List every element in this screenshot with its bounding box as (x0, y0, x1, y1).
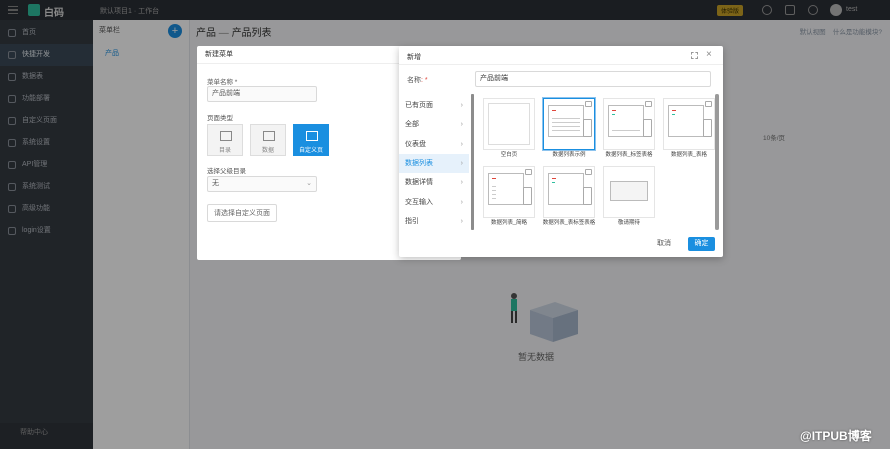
mobile-icon (643, 119, 652, 137)
category-data-detail[interactable]: 数据详情 › (399, 173, 469, 192)
preview-icon (585, 101, 592, 107)
category-all[interactable]: 全部 › (399, 115, 469, 134)
chevron-right-icon: › (460, 160, 463, 167)
template-label: 数据列表_表标签表格 (542, 220, 596, 226)
category-input[interactable]: 交互输入 › (399, 193, 469, 212)
list-thumbnail (668, 105, 704, 137)
chevron-right-icon: › (460, 218, 463, 225)
preview-icon (705, 101, 712, 107)
type-data[interactable]: 数据 (250, 124, 286, 156)
parent-directory-label: 选择父级目录 (207, 168, 246, 175)
blank-page-thumbnail (488, 103, 530, 145)
list-thumbnail (488, 173, 524, 205)
chevron-down-icon: ⌄ (306, 180, 312, 187)
list-thumbnail (548, 173, 584, 205)
category-dashboard[interactable]: 仪表盘 › (399, 135, 469, 154)
list-thumbnail (608, 105, 644, 137)
close-icon[interactable]: × (706, 49, 712, 60)
coming-soon-thumbnail (610, 181, 648, 201)
template-card-list-simple[interactable] (483, 166, 535, 218)
custom-page-icon (306, 131, 318, 141)
preview-icon (585, 169, 592, 175)
menu-name-input[interactable]: 产品前端 (207, 86, 317, 102)
ok-button[interactable]: 确定 (688, 237, 715, 251)
dialog-divider (399, 64, 723, 65)
category-existing[interactable]: 已有页面 › (399, 96, 469, 115)
dialog-title: 新增 (407, 54, 421, 61)
template-card-coming-soon[interactable] (603, 166, 655, 218)
category-list: 已有页面 › 全部 › 仪表盘 › 数据列表 › 数据详情 › 交互输入 › 指引 › (399, 94, 471, 232)
page-type-label: 页面类型 (207, 115, 233, 122)
chevron-right-icon: › (460, 121, 463, 128)
mobile-icon (703, 119, 712, 137)
mobile-icon (583, 119, 592, 137)
category-data-list[interactable]: 数据列表 › (399, 154, 469, 173)
mobile-icon (523, 187, 532, 205)
choose-custom-page-button[interactable]: 请选择自定义页面 (207, 204, 277, 222)
chevron-right-icon: › (460, 102, 463, 109)
template-label: 数据列表_简略 (490, 220, 528, 226)
parent-directory-select[interactable]: 无 ⌄ (207, 176, 317, 192)
template-scroll-thumb[interactable] (715, 94, 719, 230)
chevron-right-icon: › (460, 199, 463, 206)
chevron-right-icon: › (460, 179, 463, 186)
template-card-list-tab-table[interactable] (603, 98, 655, 150)
watermark: @ITPUB博客 (800, 429, 872, 443)
mobile-icon (583, 187, 592, 205)
list-thumbnail (548, 105, 584, 137)
preview-icon (645, 101, 652, 107)
cancel-button[interactable]: 取消 (657, 238, 671, 248)
category-guide[interactable]: 指引 › (399, 212, 469, 231)
data-icon (263, 131, 275, 141)
category-scroll-thumb[interactable] (471, 94, 474, 230)
template-card-list-example[interactable] (543, 98, 595, 150)
template-label: 数据列表示例 (552, 152, 586, 158)
name-input[interactable]: 产品前端 (475, 71, 711, 87)
folder-icon (220, 131, 232, 141)
add-page-dialog: 新增 × 名称: * 产品前端 已有页面 › 全部 › 仪表盘 › 数据列表 › 数据详… (399, 46, 723, 257)
chevron-right-icon: › (460, 141, 463, 148)
category-scrollbar[interactable] (471, 94, 474, 230)
menu-name-label: 菜单名称 * (207, 79, 238, 86)
template-scrollbar[interactable] (715, 94, 719, 230)
type-directory[interactable]: 目录 (207, 124, 243, 156)
preview-icon (525, 169, 532, 175)
name-label: 名称: * (407, 77, 428, 84)
template-card-blank[interactable] (483, 98, 535, 150)
template-label: 空白页 (500, 152, 518, 158)
template-label: 敬请期待 (617, 220, 640, 226)
maximize-icon[interactable] (691, 52, 698, 59)
template-card-list-table[interactable] (663, 98, 715, 150)
template-label: 数据列表_表格 (670, 152, 708, 158)
template-card-list-tab-label-table[interactable] (543, 166, 595, 218)
template-label: 数据列表_标签表格 (605, 152, 653, 158)
type-custom[interactable]: 自定义页 (293, 124, 329, 156)
